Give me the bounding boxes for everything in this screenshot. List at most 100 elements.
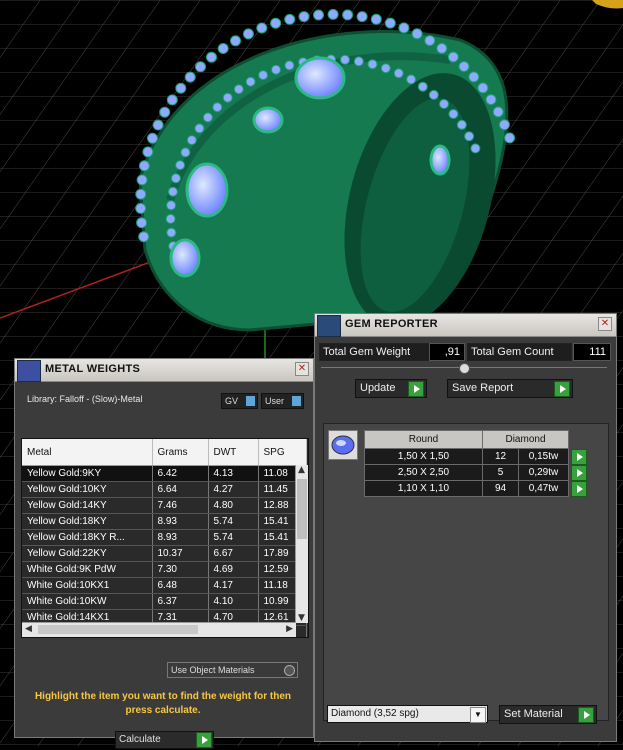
table-row[interactable]: Yellow Gold:9KY 6.42 4.13 11.08 <box>22 465 307 482</box>
gem-thumbnail-icon[interactable] <box>328 430 358 460</box>
vertical-scrollbar[interactable]: ▲ ▼ <box>295 465 308 623</box>
table-row[interactable]: Yellow Gold:18KY 8.93 5.74 15.41 <box>22 513 307 530</box>
chevron-right-icon[interactable]: ▶ <box>286 624 293 634</box>
gem-stone <box>135 188 147 200</box>
gem-row[interactable]: 2,50 X 2,50 5 0,29tw <box>364 464 587 481</box>
gem-stone <box>447 51 459 63</box>
calculate-button[interactable]: Calculate <box>115 731 214 749</box>
gem-stone <box>180 147 191 158</box>
gem-weight: 0,47tw <box>518 480 569 497</box>
material-select-value: Diamond (3,52 spg) <box>331 708 419 719</box>
gem-stone <box>184 71 196 83</box>
table-cell: Yellow Gold:18KY R... <box>22 529 153 546</box>
gem-stone <box>356 11 368 23</box>
table-cell: Yellow Gold:10KY <box>22 481 153 498</box>
gem-stone <box>464 131 475 142</box>
chevron-up-icon[interactable]: ▲ <box>298 465 305 475</box>
table-row[interactable]: Yellow Gold:22KY 10.37 6.67 17.89 <box>22 545 307 562</box>
toggle-indicator-icon <box>292 396 301 406</box>
gem-stone <box>136 174 148 186</box>
gem-count: 94 <box>482 480 519 497</box>
gem-stone <box>165 213 176 224</box>
gem-stone <box>222 92 233 103</box>
table-cell: 4.13 <box>208 465 259 482</box>
use-object-materials-toggle[interactable]: Use Object Materials <box>167 662 298 678</box>
gem-stone <box>313 9 324 21</box>
total-gem-weight-value: ,91 <box>429 343 465 361</box>
gem-stone <box>206 51 217 63</box>
gem-stone <box>498 119 510 131</box>
update-button[interactable]: Update <box>355 379 427 398</box>
save-report-button[interactable]: Save Report <box>447 379 573 398</box>
gem-stone <box>142 146 154 158</box>
gem-stone <box>284 60 295 71</box>
gem-stone <box>428 89 439 100</box>
gem-row[interactable]: 1,10 X 1,10 94 0,47tw <box>364 480 587 497</box>
table-row[interactable]: White Gold:10KX1 6.48 4.17 11.18 <box>22 577 307 594</box>
arrow-right-icon <box>571 448 587 465</box>
gem-weight: 0,15tw <box>518 448 569 465</box>
metal-weights-icon <box>17 360 41 382</box>
gv-toggle[interactable]: GV <box>221 393 258 409</box>
scrollbar-thumb[interactable] <box>297 479 307 539</box>
table-row[interactable]: Yellow Gold:10KY 6.64 4.27 11.45 <box>22 481 307 498</box>
gem-stone <box>217 43 229 54</box>
gem-select-button[interactable] <box>569 480 587 497</box>
table-row[interactable]: Yellow Gold:18KY R... 8.93 5.74 15.41 <box>22 529 307 546</box>
column-header[interactable]: DWT <box>208 439 259 466</box>
gem-stone <box>470 143 481 154</box>
divider-handle[interactable] <box>459 363 470 374</box>
gem-stone <box>230 35 241 47</box>
set-material-button[interactable]: Set Material <box>499 705 597 724</box>
horizontal-scrollbar[interactable]: ◀ ▶ <box>22 622 296 637</box>
material-select[interactable]: Diamond (3,52 spg) ▼ <box>327 705 488 723</box>
table-row[interactable]: Yellow Gold:14KY 7.46 4.80 12.88 <box>22 497 307 514</box>
gem-stone <box>271 64 281 75</box>
gem-material-header: Diamond <box>482 430 569 449</box>
metal-weights-titlebar[interactable]: METAL WEIGHTS ✕ <box>15 359 313 382</box>
gem-reporter-titlebar[interactable]: GEM REPORTER ✕ <box>315 314 616 337</box>
gem-stone <box>175 82 187 94</box>
table-row[interactable]: White Gold:10KW 6.37 4.10 10.99 <box>22 593 307 610</box>
chevron-left-icon[interactable]: ◀ <box>25 624 32 634</box>
gem-stone <box>468 71 480 83</box>
gem-stone <box>492 106 504 118</box>
library-label: Library: Falloff - (Slow)-Metal <box>27 394 143 404</box>
gem-select-button[interactable] <box>569 448 587 465</box>
table-cell: 10.37 <box>152 545 209 562</box>
user-toggle[interactable]: User <box>261 393 304 409</box>
gem-select-button[interactable] <box>569 464 587 481</box>
table-cell: 6.42 <box>152 465 209 482</box>
gem-stone <box>152 119 164 131</box>
arrow-right-icon <box>571 480 587 497</box>
close-icon[interactable]: ✕ <box>295 362 309 376</box>
column-header[interactable]: Grams <box>152 439 209 466</box>
column-header[interactable]: SPG <box>258 439 307 466</box>
gem-row[interactable]: 1,50 X 1,50 12 0,15tw <box>364 448 587 465</box>
gem-stone <box>393 68 404 79</box>
chevron-down-icon[interactable]: ▼ <box>298 613 305 623</box>
arrow-right-icon <box>554 381 570 397</box>
gem-reporter-icon <box>317 315 341 337</box>
table-cell: White Gold:10KW <box>22 593 153 610</box>
gem-stone <box>380 63 391 74</box>
gem-stone <box>159 106 171 118</box>
gem-stone <box>136 217 148 229</box>
gem-stone <box>384 17 396 29</box>
gem-stone <box>477 82 489 94</box>
close-icon[interactable]: ✕ <box>598 317 612 331</box>
set-material-label: Set Material <box>504 708 563 720</box>
column-header[interactable]: Metal <box>22 439 153 466</box>
gem-stone <box>439 99 449 109</box>
gem-stone <box>135 202 147 214</box>
table-cell: 5.74 <box>208 529 259 546</box>
scrollbar-thumb[interactable] <box>38 625 198 634</box>
table-row[interactable]: White Gold:9K PdW 7.30 4.69 12.59 <box>22 561 307 578</box>
gem-shape-header: Round <box>364 430 483 449</box>
table-cell: 6.67 <box>208 545 259 562</box>
table-cell: 5.74 <box>208 513 259 530</box>
gem-table: Round Diamond 1,50 X 1,50 12 0,15tw 2,50 X … <box>364 430 587 497</box>
metal-weights-table[interactable]: Metal Grams DWT SPG Yellow Gold:9KY 6.42 4.13… <box>21 438 309 638</box>
total-gem-weight-label: Total Gem Weight <box>319 343 430 361</box>
gem-count: 5 <box>482 464 519 481</box>
